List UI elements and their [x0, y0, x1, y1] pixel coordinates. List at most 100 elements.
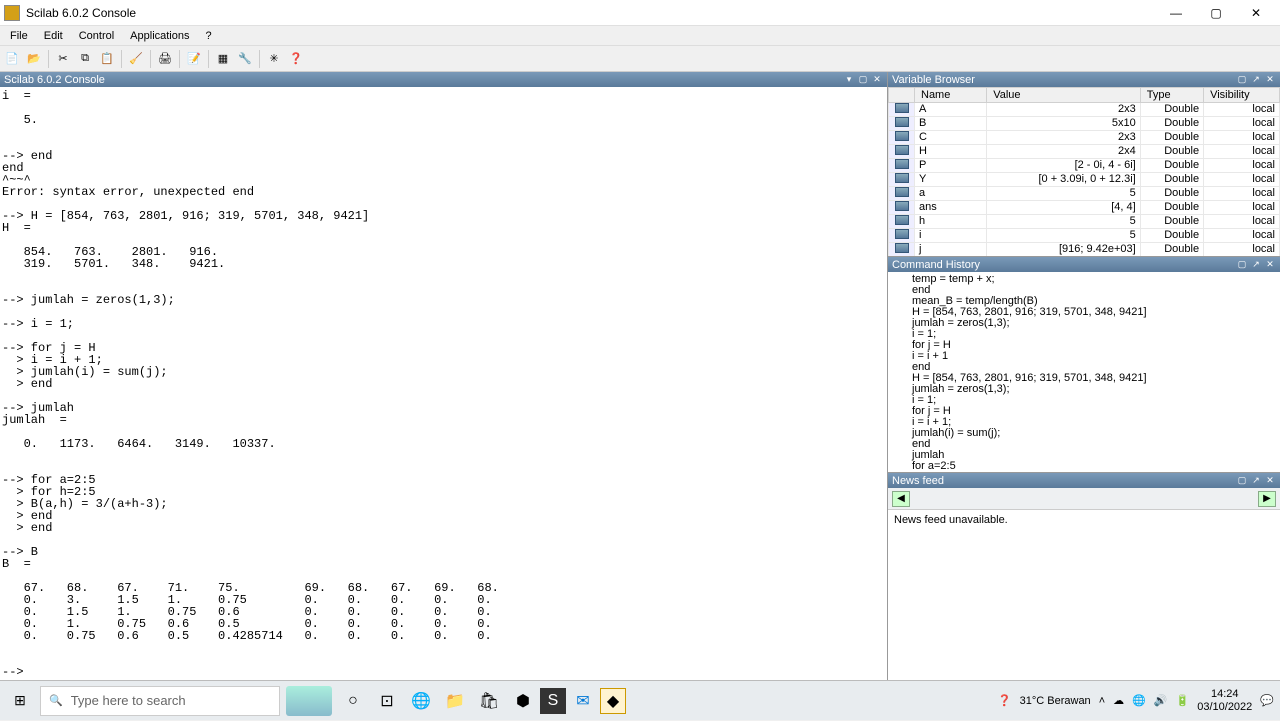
separator — [121, 50, 122, 68]
maximize-pane-icon[interactable]: ↗ — [1250, 475, 1262, 487]
menu-applications[interactable]: Applications — [122, 28, 197, 44]
history-item[interactable]: jumlah = zeros(1,3); — [892, 384, 1276, 395]
var-header[interactable]: Value — [987, 88, 1141, 103]
var-value: [916; 9.42e+03] — [987, 243, 1141, 257]
clear-icon[interactable]: 🧹 — [126, 49, 146, 69]
command-history-pane: Command History ▢ ↗ ✕ temp = temp + x;en… — [888, 257, 1280, 473]
maximize-pane-icon[interactable]: ↗ — [1250, 259, 1262, 271]
weather-text[interactable]: 31°C Berawan — [1020, 695, 1091, 707]
prefs-icon[interactable]: ✳ — [264, 49, 284, 69]
menu-file[interactable]: File — [2, 28, 36, 44]
battery-icon[interactable]: 🔋 — [1176, 694, 1190, 707]
variable-row[interactable]: h5Doublelocal — [889, 215, 1280, 229]
close-button[interactable]: ✕ — [1236, 1, 1276, 25]
new-file-icon[interactable]: 📄 — [2, 49, 22, 69]
var-header[interactable] — [889, 88, 915, 103]
variable-row[interactable]: P[2 - 0i, 4 - 6i]Doublelocal — [889, 159, 1280, 173]
clock-date: 03/10/2022 — [1197, 701, 1252, 713]
tray-chevron-icon[interactable]: ˄ — [1099, 695, 1105, 707]
separator — [259, 50, 260, 68]
open-icon[interactable]: 📂 — [24, 49, 44, 69]
dropbox-icon[interactable]: ⬢ — [506, 681, 540, 721]
variable-row[interactable]: j[916; 9.42e+03]Doublelocal — [889, 243, 1280, 257]
undock-icon[interactable]: ▢ — [1236, 475, 1248, 487]
paste-icon[interactable]: 📋 — [97, 49, 117, 69]
mail-icon[interactable]: ✉ — [566, 681, 600, 721]
variable-row[interactable]: i5Doublelocal — [889, 229, 1280, 243]
news-prev-icon[interactable]: ◀ — [892, 491, 910, 507]
close-pane-icon[interactable]: ✕ — [1264, 74, 1276, 86]
history-item[interactable]: end — [892, 439, 1276, 450]
undock-icon[interactable]: ▾ — [843, 74, 855, 86]
help-tray-icon[interactable]: ❓ — [998, 694, 1012, 707]
edge-icon[interactable]: 🌐 — [404, 681, 438, 721]
var-type-icon — [889, 103, 915, 117]
close-pane-icon[interactable]: ✕ — [1264, 475, 1276, 487]
menu-help[interactable]: ? — [198, 28, 220, 44]
menu-control[interactable]: Control — [71, 28, 122, 44]
search-placeholder: Type here to search — [71, 693, 186, 708]
onedrive-icon[interactable]: ☁ — [1113, 694, 1124, 707]
var-value: 5 — [987, 187, 1141, 201]
var-type: Double — [1140, 159, 1203, 173]
atoms-icon[interactable]: 🔧 — [235, 49, 255, 69]
right-column: Variable Browser ▢ ↗ ✕ NameValueTypeVisi… — [888, 72, 1280, 680]
var-type: Double — [1140, 201, 1203, 215]
var-type-icon — [889, 243, 915, 257]
scinotes-icon[interactable]: 📝 — [184, 49, 204, 69]
variable-row[interactable]: B5x10Doublelocal — [889, 117, 1280, 131]
variable-row[interactable]: ans[4, 4]Doublelocal — [889, 201, 1280, 215]
maximize-button[interactable]: ▢ — [1196, 1, 1236, 25]
history-item[interactable]: jumlah = zeros(1,3); — [892, 318, 1276, 329]
cut-icon[interactable]: ✂ — [53, 49, 73, 69]
var-name: H — [915, 145, 987, 159]
variable-row[interactable]: H2x4Doublelocal — [889, 145, 1280, 159]
var-type-icon — [889, 229, 915, 243]
close-pane-icon[interactable]: ✕ — [1264, 259, 1276, 271]
network-icon[interactable]: 🌐 — [1132, 694, 1146, 707]
news-feed-title: News feed — [892, 475, 1234, 487]
print-icon[interactable]: 🖨 — [155, 49, 175, 69]
store-icon[interactable]: 🛍 — [472, 681, 506, 721]
taskbar-search[interactable]: 🔍 Type here to search — [40, 686, 280, 716]
volume-icon[interactable]: 🔊 — [1154, 694, 1168, 707]
variable-table-container[interactable]: NameValueTypeVisibility A2x3DoublelocalB… — [888, 87, 1280, 256]
clock[interactable]: 14:24 03/10/2022 — [1197, 688, 1252, 712]
var-type: Double — [1140, 145, 1203, 159]
app-icon[interactable]: S — [540, 688, 566, 714]
close-pane-icon[interactable]: ✕ — [871, 74, 883, 86]
scilab-taskbar-icon[interactable]: ◆ — [600, 688, 626, 714]
cortana-icon[interactable]: ○ — [336, 681, 370, 721]
history-item[interactable]: jumlah(i) = sum(j); — [892, 428, 1276, 439]
var-value: 2x3 — [987, 103, 1141, 117]
history-item[interactable]: for j = H — [892, 340, 1276, 351]
xcos-icon[interactable]: ▦ — [213, 49, 233, 69]
variable-row[interactable]: C2x3Doublelocal — [889, 131, 1280, 145]
variable-row[interactable]: Y[0 + 3.09i, 0 + 12.3i]Doublelocal — [889, 173, 1280, 187]
var-header[interactable]: Visibility — [1204, 88, 1280, 103]
task-view-icon[interactable]: ⊡ — [370, 681, 404, 721]
variable-row[interactable]: A2x3Doublelocal — [889, 103, 1280, 117]
weather-widget-image[interactable] — [286, 686, 332, 716]
help-icon[interactable]: ❓ — [286, 49, 306, 69]
menu-edit[interactable]: Edit — [36, 28, 71, 44]
var-type: Double — [1140, 117, 1203, 131]
var-header[interactable]: Name — [915, 88, 987, 103]
history-item[interactable]: i = i + 1 — [892, 351, 1276, 362]
explorer-icon[interactable]: 📁 — [438, 681, 472, 721]
history-list[interactable]: temp = temp + x;endmean_B = temp/length(… — [888, 272, 1280, 472]
undock-icon[interactable]: ▢ — [1236, 259, 1248, 271]
maximize-pane-icon[interactable]: ▢ — [857, 74, 869, 86]
copy-icon[interactable]: ⧉ — [75, 49, 95, 69]
console-output[interactable]: 4. i = 5. --> end end ^~~^ Error: syntax… — [0, 87, 887, 680]
var-type-icon — [889, 173, 915, 187]
variable-row[interactable]: a5Doublelocal — [889, 187, 1280, 201]
start-button[interactable]: ⊞ — [0, 681, 40, 721]
history-item[interactable]: temp = temp + x; — [892, 274, 1276, 285]
undock-icon[interactable]: ▢ — [1236, 74, 1248, 86]
maximize-pane-icon[interactable]: ↗ — [1250, 74, 1262, 86]
news-next-icon[interactable]: ▶ — [1258, 491, 1276, 507]
minimize-button[interactable]: — — [1156, 1, 1196, 25]
var-header[interactable]: Type — [1140, 88, 1203, 103]
notifications-icon[interactable]: 💬 — [1260, 694, 1274, 707]
